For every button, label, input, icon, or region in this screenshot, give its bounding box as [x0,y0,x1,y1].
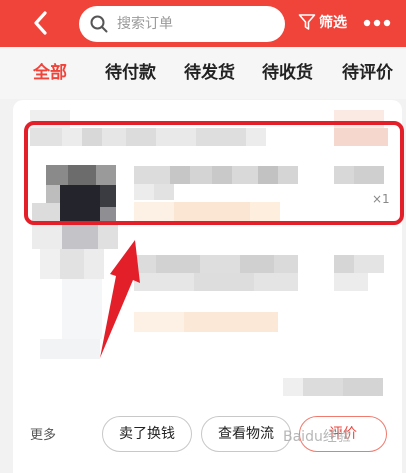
more-dots-icon[interactable] [363,13,391,33]
filter-icon [298,14,316,30]
search-input[interactable]: 搜索订单 [79,6,285,42]
sell-button[interactable]: 卖了换钱 [102,416,192,452]
tab-pending-review[interactable]: 待评价 [342,62,393,84]
watermark-text: Baidu经验 [283,429,351,445]
order-tabs: 全部 待付款 待发货 待收货 待评价 [0,47,406,99]
tab-pending-receipt[interactable]: 待收货 [262,62,313,84]
search-icon [90,15,108,33]
tab-all[interactable]: 全部 [33,62,67,84]
filter-label: 筛选 [319,15,347,31]
back-arrow-icon[interactable] [30,10,52,36]
tab-pending-shipment[interactable]: 待发货 [184,62,235,84]
more-link[interactable]: 更多 [30,428,56,444]
tab-pending-payment[interactable]: 待付款 [105,62,156,84]
search-placeholder: 搜索订单 [117,16,173,32]
highlight-box [24,121,404,225]
top-bar: 搜索订单 筛选 [0,0,406,47]
view-logistics-button[interactable]: 查看物流 [201,416,291,452]
